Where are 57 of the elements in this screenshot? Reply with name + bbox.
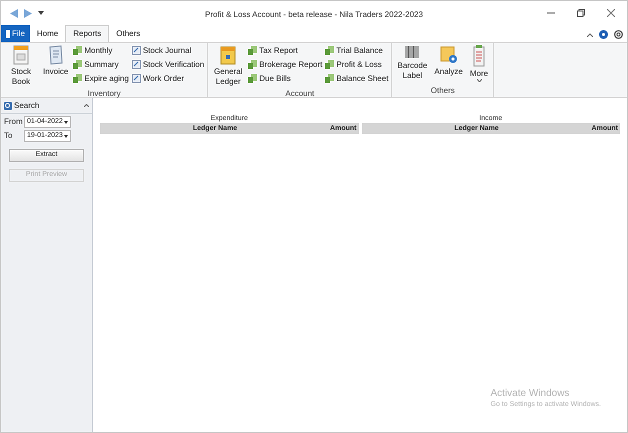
ribbon-button[interactable]: More — [468, 43, 490, 84]
search-panel-header[interactable]: Search — [1, 98, 92, 114]
report-icon — [248, 46, 258, 55]
document-list-icon — [473, 45, 485, 67]
dropdown-icon[interactable] — [38, 11, 44, 15]
ribbon-button[interactable]: Stock Verification — [132, 59, 204, 70]
barcode-icon — [405, 45, 420, 59]
ribbon-button[interactable]: Invoice — [41, 43, 70, 87]
ribbon-button[interactable]: Tax Report — [248, 45, 322, 56]
ribbon-tab[interactable]: Home — [30, 25, 66, 42]
field-label: To — [4, 130, 14, 142]
report-icon — [73, 46, 82, 55]
dropdown-icon — [64, 120, 68, 124]
group-label: Others — [430, 86, 455, 95]
dropdown-icon — [64, 134, 68, 138]
window-title: Profit & Loss Account - beta release - Nila Traders 2022-2023 — [205, 10, 423, 19]
ribbon-button[interactable]: Work Order — [132, 73, 204, 84]
scroll-icon — [48, 45, 64, 65]
ribbon-button[interactable]: Expire aging — [73, 73, 129, 84]
ribbon-tab[interactable]: Others — [109, 25, 148, 42]
close-icon[interactable] — [607, 9, 615, 17]
ribbon-button[interactable]: Stock Journal — [132, 45, 204, 56]
ribbon-button[interactable]: Analyze — [432, 43, 465, 84]
report-icon — [248, 74, 258, 83]
group-label: Inventory — [88, 89, 121, 98]
ribbon-button[interactable]: Due Bills — [248, 73, 322, 84]
ribbon-button[interactable]: Profit & Loss — [325, 59, 388, 70]
ribbon-button[interactable]: Barcode Label — [395, 43, 430, 84]
panel-title: Search — [14, 100, 40, 112]
field-label: From — [4, 116, 22, 128]
report-icon — [73, 60, 82, 69]
ribbon-button[interactable]: Brokerage Report — [248, 59, 322, 70]
ribbon-button[interactable]: Balance Sheet — [325, 73, 388, 84]
collapse-icon[interactable] — [84, 104, 89, 107]
report-icon — [325, 74, 334, 83]
activation-title: Activate Windows — [490, 388, 570, 400]
file-icon — [6, 30, 10, 38]
group-label: Account — [285, 89, 314, 98]
document-icon — [132, 46, 141, 55]
ribbon-button[interactable]: Monthly — [73, 45, 129, 56]
document-icon — [132, 74, 141, 83]
chart-gear-icon — [440, 45, 458, 65]
ribbon-button[interactable]: Summary — [73, 59, 129, 70]
book-icon — [13, 45, 29, 65]
file-tab[interactable]: File — [1, 25, 30, 42]
report-icon — [325, 60, 334, 69]
ribbon-button[interactable]: Stock Book — [4, 43, 38, 87]
report-icon — [248, 60, 258, 69]
collapse-icon[interactable] — [587, 32, 593, 36]
report-icon — [73, 74, 82, 83]
restore-icon[interactable] — [577, 9, 585, 17]
report-icon — [325, 46, 334, 55]
ribbon-button[interactable]: Trial Balance — [325, 45, 388, 56]
ledger-icon — [220, 45, 236, 65]
document-icon — [132, 60, 141, 69]
ribbon-tab[interactable]: Reports — [65, 25, 110, 42]
ribbon-button[interactable]: General Ledger — [211, 43, 246, 87]
